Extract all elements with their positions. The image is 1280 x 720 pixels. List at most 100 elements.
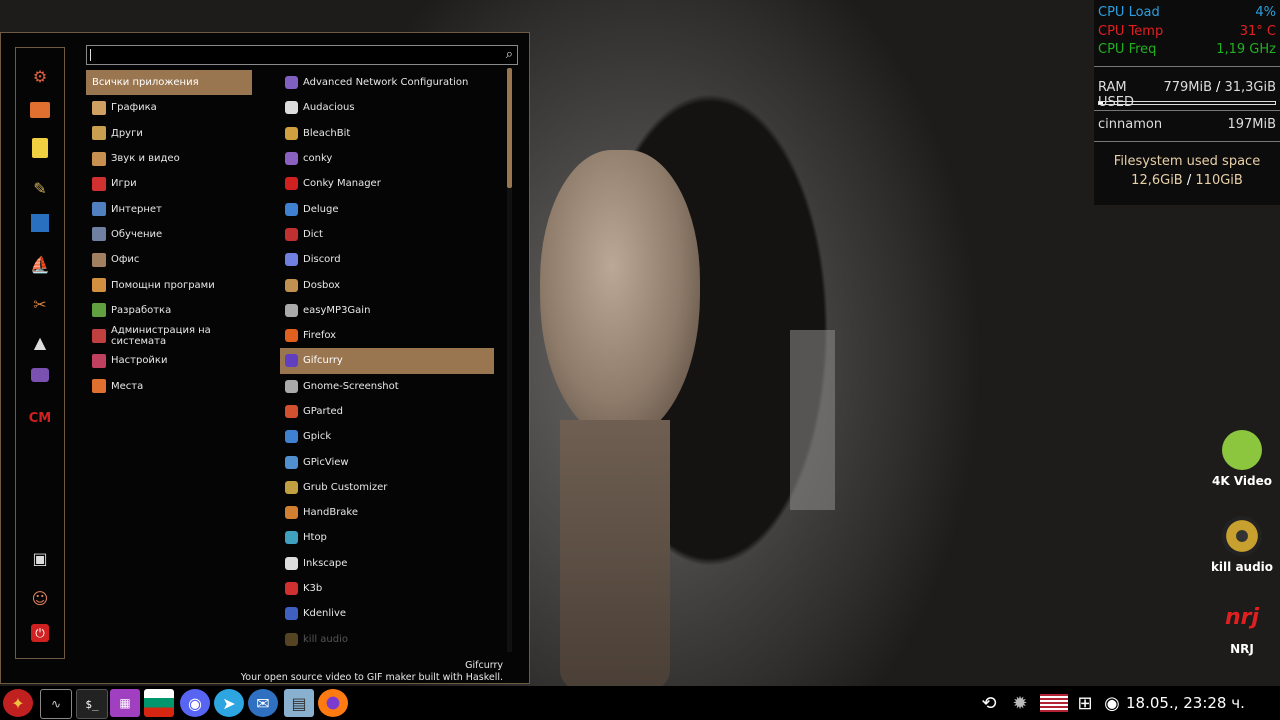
app-label: kill audio	[303, 633, 349, 645]
refresh-icon[interactable]: ⟲	[977, 691, 1001, 715]
app-label: Firefox	[303, 330, 337, 342]
category-label: Звук и видео	[111, 153, 180, 165]
category-list: Всички приложения Графика Други Звук и виде…	[86, 70, 256, 399]
category-item[interactable]: Администрация на системата	[86, 323, 256, 348]
us-flag-icon[interactable]	[1040, 694, 1068, 712]
app-item[interactable]: GPicView	[280, 449, 494, 474]
logout-icon[interactable]: ☺	[28, 586, 52, 610]
desktop-icon-label: 4K Video	[1212, 474, 1272, 488]
shutdown-icon[interactable]: ⏻	[31, 624, 49, 642]
calculator-icon[interactable]: ▦	[110, 689, 140, 717]
app-icon	[285, 632, 298, 646]
telegram-icon[interactable]: ➤	[214, 689, 244, 717]
media-icon[interactable]: ◉	[1100, 691, 1124, 715]
app-item[interactable]: HandBrake	[280, 500, 494, 525]
app-item[interactable]: Firefox	[280, 323, 494, 348]
taskbar: ✦ ∿ $_ ▦ ◉ ➤ ✉ ▤ ⟲ ✹ ⊞ ◉ 18.05., 23:28 ч…	[0, 686, 1280, 720]
app-item[interactable]: easyMP3Gain	[280, 298, 494, 323]
discord-icon[interactable]: ◉	[180, 689, 210, 717]
category-item[interactable]: Всички приложения	[86, 70, 252, 96]
files-icon[interactable]: ▤	[284, 689, 314, 717]
desktop-icon-4k-video[interactable]: 4K Video	[1202, 430, 1280, 488]
app-item[interactable]: Inkscape	[280, 551, 494, 576]
firefox-icon[interactable]	[318, 689, 348, 717]
category-item[interactable]: Звук и видео	[86, 146, 256, 171]
paint-icon[interactable]: ✎	[28, 176, 52, 200]
app-item[interactable]: K3b	[280, 576, 494, 601]
category-icon	[92, 379, 106, 394]
app-item[interactable]: Gpick	[280, 424, 494, 449]
category-item[interactable]: Офис	[86, 247, 256, 272]
conky-icon[interactable]	[31, 368, 49, 382]
lock-screen-icon[interactable]: ▣	[28, 546, 52, 570]
ram-sep: /	[1216, 80, 1221, 95]
app-icon	[285, 329, 298, 343]
scrollbar-thumb[interactable]	[507, 68, 512, 188]
category-item[interactable]: Игри	[86, 171, 256, 196]
app-item[interactable]: Dosbox	[280, 272, 494, 297]
app-item[interactable]: Grub Customizer	[280, 475, 494, 500]
category-item[interactable]: Места	[86, 374, 256, 399]
app-icon	[285, 76, 298, 90]
keyboard-layout-icon[interactable]	[144, 689, 174, 717]
category-label: Администрация на системата	[111, 324, 211, 347]
terminal-icon[interactable]: $_	[76, 689, 108, 719]
category-item[interactable]: Други	[86, 121, 256, 146]
app-icon	[285, 430, 298, 444]
fs-total: 110GiB	[1195, 173, 1243, 188]
app-item[interactable]: Gifcurry	[280, 348, 494, 374]
inkscape-icon[interactable]: ▲	[28, 330, 52, 354]
app-label: Gpick	[303, 431, 332, 443]
app-item[interactable]: Kdenlive	[280, 601, 494, 626]
folder-icon[interactable]	[30, 102, 50, 118]
app-label: K3b	[303, 583, 323, 595]
app-item[interactable]: Advanced Network Configuration	[280, 70, 494, 95]
search-input[interactable]: ⌕	[86, 45, 518, 65]
category-item[interactable]: Разработка	[86, 298, 256, 323]
4k-video-downloader-icon	[1222, 430, 1262, 470]
settings-icon[interactable]: ✹	[1008, 691, 1032, 715]
settings-icon[interactable]: ⚙	[28, 64, 52, 88]
app-item[interactable]: Conky Manager	[280, 171, 494, 196]
app-item[interactable]: Gnome-Screenshot	[280, 374, 494, 399]
app-item[interactable]: GParted	[280, 399, 494, 424]
tools-icon[interactable]: ✂	[28, 292, 52, 316]
mail-icon[interactable]: ✉	[248, 689, 278, 717]
category-icon	[92, 303, 106, 318]
network-icon[interactable]: ⊞	[1073, 691, 1097, 715]
fs-sep: /	[1186, 173, 1192, 188]
app-item[interactable]: Deluge	[280, 196, 494, 221]
conky-manager-icon[interactable]: CM	[28, 406, 52, 430]
divider	[1094, 110, 1280, 111]
cpu-freq-value: 1,19 GHz	[1216, 42, 1276, 57]
system-monitor-icon[interactable]	[31, 214, 49, 232]
app-label: easyMP3Gain	[303, 304, 371, 316]
category-item[interactable]: Интернет	[86, 196, 256, 221]
system-monitor-icon[interactable]: ∿	[40, 689, 72, 719]
text-editor-icon[interactable]	[32, 138, 48, 158]
app-item[interactable]: kill audio	[280, 627, 494, 652]
category-item[interactable]: Графика	[86, 95, 256, 120]
app-label: GPicView	[303, 456, 349, 468]
category-item[interactable]: Настройки	[86, 348, 256, 373]
app-icon	[285, 101, 298, 115]
clock[interactable]: 18.05., 23:28 ч.	[1126, 694, 1245, 712]
desktop-icon-nrj[interactable]: nrj NRJ	[1202, 598, 1280, 656]
ship-icon[interactable]: ⛵	[28, 252, 52, 276]
app-item[interactable]: Dict	[280, 222, 494, 247]
app-item[interactable]: conky	[280, 146, 494, 171]
app-item[interactable]: Discord	[280, 247, 494, 272]
app-icon	[285, 227, 298, 241]
category-item[interactable]: Помощни програми	[86, 272, 256, 297]
desktop-icon-kill-audio[interactable]: kill audio	[1202, 516, 1280, 574]
category-item[interactable]: Обучение	[86, 222, 256, 247]
ram-usage-fill	[1099, 102, 1104, 104]
wallpaper-light	[790, 330, 835, 510]
app-item[interactable]: Htop	[280, 525, 494, 550]
app-label: conky	[303, 153, 333, 165]
app-item[interactable]: BleachBit	[280, 121, 494, 146]
menu-icon[interactable]: ✦	[3, 689, 33, 717]
category-icon	[92, 353, 106, 368]
app-icon	[285, 253, 298, 267]
app-item[interactable]: Audacious	[280, 95, 494, 120]
